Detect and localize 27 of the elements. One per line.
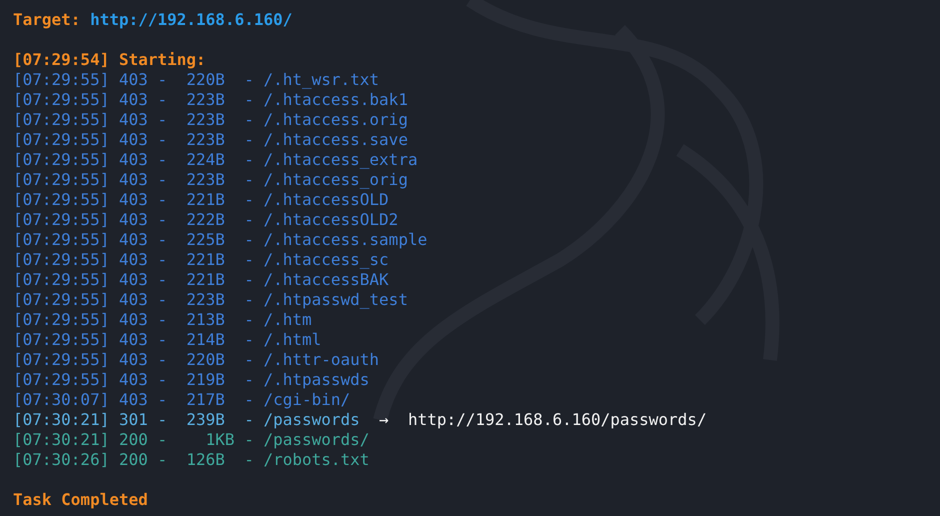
scan-result-line: [07:29:55] 403 - 220B - /.ht_wsr.txt — [13, 70, 380, 90]
scan-result-line: [07:29:55] 403 - 219B - /.htpasswds — [13, 370, 370, 390]
scan-result-line: [07:29:55] 403 - 225B - /.htaccess.sample — [13, 230, 428, 250]
start-time: [07:29:54] — [13, 50, 110, 70]
scan-result-line: [07:30:07] 403 - 217B - /cgi-bin/ — [13, 390, 350, 410]
scan-result-line: [07:29:55] 403 - 221B - /.htaccessBAK — [13, 270, 389, 290]
redirect-url: http://192.168.6.160/passwords/ — [408, 410, 707, 430]
scan-result-line: [07:29:55] 403 - 221B - /.htaccessOLD — [13, 190, 389, 210]
scan-result-line: [07:30:21] 301 - 239B - /passwords — [13, 410, 360, 430]
start-label: Starting: — [118, 50, 206, 70]
scan-result-line: [07:29:55] 403 - 223B - /.htaccess.save — [13, 130, 408, 150]
scan-result-line: [07:29:55] 403 - 223B - /.htaccess.orig — [13, 110, 408, 130]
scan-result-line: [07:29:55] 403 - 223B - /.htaccess_orig — [13, 170, 408, 190]
target-url: http://192.168.6.160/ — [90, 10, 292, 30]
scan-result-line: [07:29:55] 403 - 221B - /.htaccess_sc — [13, 250, 389, 270]
scan-result-line: [07:29:55] 403 - 213B - /.htm — [13, 310, 312, 330]
scan-result-line: [07:29:55] 403 - 220B - /.httr-oauth — [13, 350, 380, 370]
task-completed-message: Task Completed — [13, 490, 148, 510]
arrow-icon: → — [379, 410, 389, 430]
scan-result-line: [07:29:55] 403 - 223B - /.htaccess.bak1 — [13, 90, 408, 110]
scan-result-line: [07:29:55] 403 - 224B - /.htaccess_extra — [13, 150, 418, 170]
target-label: Target: — [13, 10, 80, 30]
scan-result-line: [07:30:21] 200 - 1KB - /passwords/ — [13, 430, 370, 450]
scan-result-line: [07:29:55] 403 - 223B - /.htpasswd_test — [13, 290, 408, 310]
scan-result-line: [07:29:55] 403 - 222B - /.htaccessOLD2 — [13, 210, 398, 230]
scan-result-line: [07:29:55] 403 - 214B - /.html — [13, 330, 322, 350]
scan-result-line: [07:30:26] 200 - 126B - /robots.txt — [13, 450, 370, 470]
